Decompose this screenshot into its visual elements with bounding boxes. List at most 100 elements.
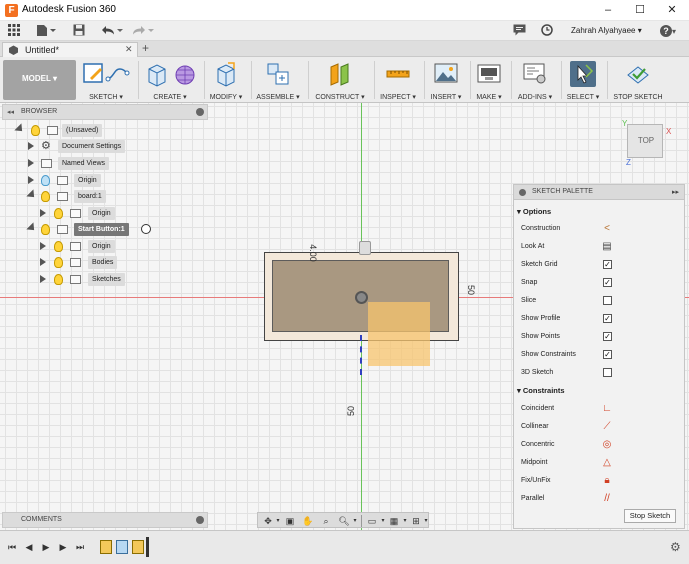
notifications-icon[interactable]	[513, 24, 526, 38]
constraint-midpoint[interactable]: Midpoint △	[521, 457, 681, 469]
parallel-icon[interactable]: //	[601, 493, 613, 505]
sketch-grid-checkbox[interactable]: ✓	[603, 260, 612, 269]
undo-icon[interactable]	[100, 24, 124, 38]
maximize-button[interactable]: ☐	[626, 2, 654, 18]
tree-row-document-settings[interactable]: ⚙ Document Settings	[0, 139, 180, 155]
show-profile-checkbox[interactable]: ✓	[603, 314, 612, 323]
visibility-bulb-icon[interactable]	[54, 257, 63, 268]
play-icon[interactable]: ▶	[40, 541, 52, 553]
option-show-profile[interactable]: Show Profile ✓	[521, 314, 681, 323]
tree-row-sb-origin[interactable]: Origin	[0, 239, 180, 255]
option-show-constraints[interactable]: Show Constraints ✓	[521, 350, 681, 359]
visibility-bulb-icon[interactable]	[41, 175, 50, 186]
look-at-icon[interactable]: ▤	[601, 241, 613, 253]
visibility-bulb-icon[interactable]	[54, 241, 63, 252]
browser-options-icon[interactable]	[196, 108, 204, 116]
viewports-dropdown-icon[interactable]: ▾	[420, 515, 432, 527]
option-3d-sketch[interactable]: 3D Sketch	[521, 368, 681, 377]
zoom-dropdown-icon[interactable]: ▾	[349, 515, 361, 527]
coincident-icon[interactable]: ∟	[601, 403, 613, 415]
collinear-icon[interactable]: ⟋	[601, 421, 613, 433]
tree-row-root[interactable]: (Unsaved)	[0, 123, 180, 139]
expand-toggle-icon[interactable]	[26, 189, 38, 201]
close-tab-icon[interactable]: ✕	[125, 44, 133, 55]
insert-group[interactable]: INSERT ▾	[426, 59, 466, 101]
sketch-group[interactable]: SKETCH ▾	[80, 59, 132, 101]
visibility-bulb-icon[interactable]	[41, 191, 50, 202]
visibility-bulb-icon[interactable]	[54, 274, 63, 285]
slice-checkbox[interactable]	[603, 296, 612, 305]
show-points-checkbox[interactable]: ✓	[603, 332, 612, 341]
tree-row-start-button[interactable]: Start Button:1	[0, 222, 180, 238]
modify-group[interactable]: MODIFY ▾	[206, 59, 246, 101]
tree-row-named-views[interactable]: Named Views	[0, 156, 180, 172]
origin-point[interactable]	[355, 291, 368, 304]
constraint-coincident[interactable]: Coincident ∟	[521, 403, 681, 415]
timeline-feature-sketch-2[interactable]	[132, 540, 144, 554]
option-sketch-grid[interactable]: Sketch Grid ✓	[521, 260, 681, 269]
view-cube[interactable]: TOP	[627, 124, 663, 158]
lock-icon[interactable]: 🔒︎	[601, 475, 613, 487]
option-snap[interactable]: Snap ✓	[521, 278, 681, 287]
expand-toggle-icon[interactable]	[40, 209, 46, 217]
document-tab[interactable]: Untitled* ✕	[2, 42, 138, 57]
construction-line-icon[interactable]: <	[601, 223, 613, 235]
sketch-line-vertical[interactable]	[360, 335, 362, 375]
timeline-marker[interactable]	[146, 537, 149, 557]
new-tab-button[interactable]: +	[142, 41, 149, 56]
concentric-icon[interactable]: ◎	[601, 439, 613, 451]
sketch-profile[interactable]	[368, 302, 430, 366]
go-to-end-icon[interactable]: ⏭	[74, 541, 86, 553]
timeline-feature-sketch[interactable]	[100, 540, 112, 554]
addins-group[interactable]: ADD-INS ▾	[513, 59, 557, 101]
constraint-fix-unfix[interactable]: Fix/UnFix 🔒︎	[521, 475, 681, 487]
orbit-dropdown-icon[interactable]: ▾	[272, 515, 284, 527]
tree-row-board-origin[interactable]: Origin	[0, 206, 180, 222]
3d-sketch-checkbox[interactable]	[603, 368, 612, 377]
option-look-at[interactable]: Look At ▤	[521, 241, 681, 253]
expand-toggle-icon[interactable]	[28, 142, 34, 150]
app-grid-icon[interactable]	[8, 24, 20, 38]
look-at-nav-icon[interactable]: ▣	[284, 515, 296, 527]
constraint-concentric[interactable]: Concentric ◎	[521, 439, 681, 451]
expand-palette-icon[interactable]: ▸▸	[672, 188, 679, 196]
pan-icon[interactable]: ✋	[302, 515, 314, 527]
construct-group[interactable]: CONSTRUCT ▾	[311, 59, 369, 101]
constraints-section-toggle[interactable]: ▾ Constraints	[517, 386, 565, 395]
tree-row-board[interactable]: board:1	[0, 189, 180, 205]
visibility-bulb-icon[interactable]	[41, 224, 50, 235]
select-group[interactable]: SELECT ▾	[563, 59, 603, 101]
comments-panel[interactable]: COMMENTS	[2, 512, 208, 528]
file-menu-icon[interactable]	[36, 24, 56, 38]
comments-options-icon[interactable]	[196, 516, 204, 524]
option-construction[interactable]: Construction <	[521, 223, 681, 235]
tree-row-bodies[interactable]: Bodies	[0, 255, 180, 271]
redo-icon[interactable]	[131, 24, 155, 38]
midpoint-icon[interactable]: △	[601, 457, 613, 469]
close-window-button[interactable]: ✕	[658, 2, 686, 18]
make-group[interactable]: MAKE ▾	[471, 59, 507, 101]
visibility-bulb-icon[interactable]	[31, 125, 40, 136]
collapse-panel-icon[interactable]: ◂◂	[7, 108, 14, 116]
sketch-palette-header[interactable]: SKETCH PALETTE ▸▸	[514, 185, 684, 200]
stop-sketch-ribbon-button[interactable]: STOP SKETCH	[609, 59, 667, 101]
option-slice[interactable]: Slice	[521, 296, 681, 305]
help-menu[interactable]: ? ▾	[660, 24, 682, 38]
workspace-switcher[interactable]: MODEL ▾	[3, 60, 76, 100]
user-account-menu[interactable]: Zahrah Alyahyaee ▾	[571, 26, 642, 35]
go-to-start-icon[interactable]: ⏮	[6, 541, 18, 553]
snap-checkbox[interactable]: ✓	[603, 278, 612, 287]
create-group[interactable]: CREATE ▾	[142, 59, 198, 101]
timeline-feature-extrude[interactable]	[116, 540, 128, 554]
save-icon[interactable]	[73, 24, 85, 38]
option-show-points[interactable]: Show Points ✓	[521, 332, 681, 341]
activate-component-icon[interactable]	[141, 224, 151, 234]
browser-panel-header[interactable]: ◂◂ BROWSER	[2, 104, 208, 120]
step-forward-icon[interactable]: ▶	[57, 541, 69, 553]
tree-row-sketches[interactable]: Sketches	[0, 272, 180, 288]
constraint-parallel[interactable]: Parallel //	[521, 493, 681, 505]
dimension-top[interactable]: 4.00	[308, 244, 318, 262]
expand-toggle-icon[interactable]	[40, 275, 46, 283]
expand-toggle-icon[interactable]	[40, 242, 46, 250]
expand-toggle-icon[interactable]	[28, 159, 34, 167]
